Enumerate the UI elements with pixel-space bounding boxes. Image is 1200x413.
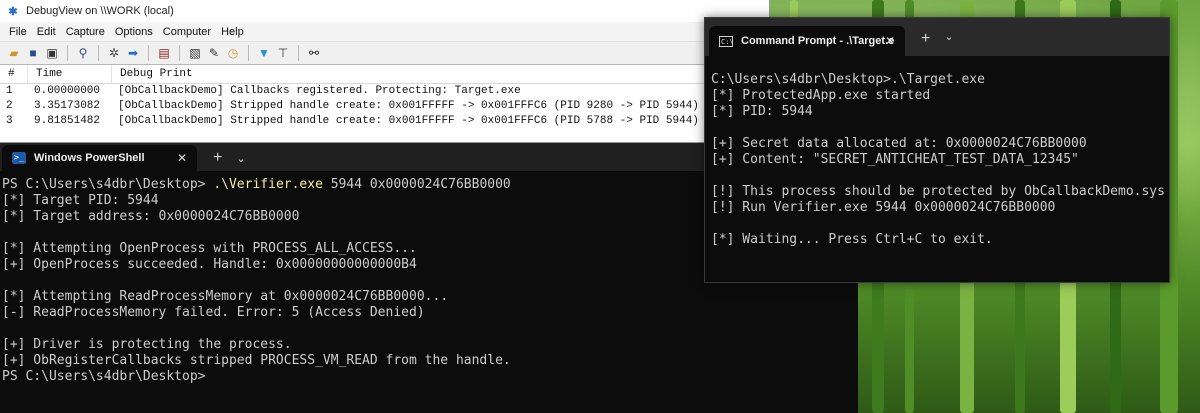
command-prompt-tabbar: C:\ Command Prompt - .\Target.e ✕ + ⌄ [705, 18, 1169, 56]
autoscroll-icon[interactable]: ➡ [125, 45, 141, 61]
toolbar-separator [298, 45, 299, 61]
log-row[interactable]: 1 0.00000000 [ObCallbackDemo] Callbacks … [0, 84, 769, 99]
toolbar-separator [179, 45, 180, 61]
menu-computer[interactable]: Computer [158, 26, 216, 38]
clear-icon[interactable]: ▣ [44, 45, 60, 61]
powershell-output: [*] Target PID: 5944 [*] Target address:… [2, 193, 511, 384]
debugview-title: DebugView on \\WORK (local) [26, 5, 174, 17]
debugview-titlebar[interactable]: ✱ DebugView on \\WORK (local) [0, 0, 769, 22]
toolbar-separator [148, 45, 149, 61]
clock-icon[interactable]: ◷ [225, 45, 241, 61]
log-row-text: [ObCallbackDemo] Callbacks registered. P… [118, 85, 521, 97]
menu-capture[interactable]: Capture [61, 26, 110, 38]
command-prompt-terminal[interactable]: C:\Users\s4dbr\Desktop>.\Target.exe [*] … [705, 56, 1169, 248]
menu-options[interactable]: Options [110, 26, 158, 38]
powershell-command-args: 5944 0x0000024C76BB0000 [322, 177, 511, 192]
menu-edit[interactable]: Edit [32, 26, 61, 38]
settings-icon[interactable]: ▼ [256, 45, 272, 61]
powershell-command-line: PS C:\Users\s4dbr\Desktop> .\Verifier.ex… [2, 177, 511, 192]
debugview-menubar: File Edit Capture Options Computer Help [0, 22, 769, 41]
find-icon[interactable]: ⚲ [75, 45, 91, 61]
binoculars-icon[interactable]: ⚯ [306, 45, 322, 61]
powershell-icon: >_ [12, 152, 26, 164]
command-prompt-tab[interactable]: C:\ Command Prompt - .\Target.e ✕ [709, 26, 905, 56]
powershell-tab-title: Windows PowerShell [34, 152, 145, 164]
menu-help[interactable]: Help [216, 26, 249, 38]
log-row-text: [ObCallbackDemo] Stripped handle create:… [118, 115, 699, 127]
log-row-time: 0.00000000 [34, 85, 101, 97]
filter-icon[interactable]: ▧ [187, 45, 203, 61]
debugview-log-grid[interactable]: # Time Debug Print 1 0.00000000 [ObCallb… [0, 65, 769, 129]
command-prompt-output: C:\Users\s4dbr\Desktop>.\Target.exe [*] … [711, 72, 1165, 247]
log-row[interactable]: 3 9.81851482 [ObCallbackDemo] Stripped h… [0, 114, 769, 129]
chevron-down-icon[interactable]: ⌄ [236, 152, 245, 165]
column-time[interactable]: Time [28, 65, 112, 83]
history-icon[interactable]: ▤ [156, 45, 172, 61]
highlight-icon[interactable]: ✎ [206, 45, 222, 61]
close-icon[interactable]: ✕ [177, 151, 187, 165]
powershell-prompt: PS C:\Users\s4dbr\Desktop> [2, 177, 214, 192]
toolbar-separator [98, 45, 99, 61]
powershell-command-exe: .\Verifier.exe [213, 177, 323, 192]
command-prompt-window[interactable]: C:\ Command Prompt - .\Target.e ✕ + ⌄ C:… [704, 17, 1170, 283]
column-number[interactable]: # [0, 65, 28, 83]
toolbar-separator [67, 45, 68, 61]
log-row-number: 2 [6, 100, 13, 112]
log-row-number: 1 [6, 85, 13, 97]
column-debug-print[interactable]: Debug Print [112, 65, 712, 83]
log-row-time: 9.81851482 [34, 115, 101, 127]
toolbar-separator [248, 45, 249, 61]
close-icon[interactable]: ✕ [885, 34, 895, 48]
capture-icon[interactable]: ✲ [106, 45, 122, 61]
save-icon[interactable]: ■ [25, 45, 41, 61]
new-tab-button[interactable]: + [921, 30, 930, 48]
log-row[interactable]: 2 3.35173082 [ObCallbackDemo] Stripped h… [0, 99, 769, 114]
command-prompt-tab-title: Command Prompt - .\Target.e [741, 35, 895, 47]
powershell-tab[interactable]: >_ Windows PowerShell ✕ [2, 145, 197, 171]
debugview-window[interactable]: ✱ DebugView on \\WORK (local) File Edit … [0, 0, 770, 143]
connect-icon[interactable]: ⊤ [275, 45, 291, 61]
menu-file[interactable]: File [4, 26, 32, 38]
debugview-app-icon: ✱ [8, 5, 18, 18]
debugview-toolbar: ▰ ■ ▣ ⚲ ✲ ➡ ▤ ▧ ✎ ◷ ▼ ⊤ ⚯ [0, 41, 769, 65]
log-row-time: 3.35173082 [34, 100, 101, 112]
log-grid-header: # Time Debug Print [0, 65, 769, 84]
log-row-number: 3 [6, 115, 13, 127]
cmd-icon: C:\ [719, 35, 734, 47]
new-tab-button[interactable]: + [213, 149, 222, 167]
chevron-down-icon[interactable]: ⌄ [944, 30, 953, 43]
open-icon[interactable]: ▰ [6, 45, 22, 61]
log-row-text: [ObCallbackDemo] Stripped handle create:… [118, 100, 699, 112]
